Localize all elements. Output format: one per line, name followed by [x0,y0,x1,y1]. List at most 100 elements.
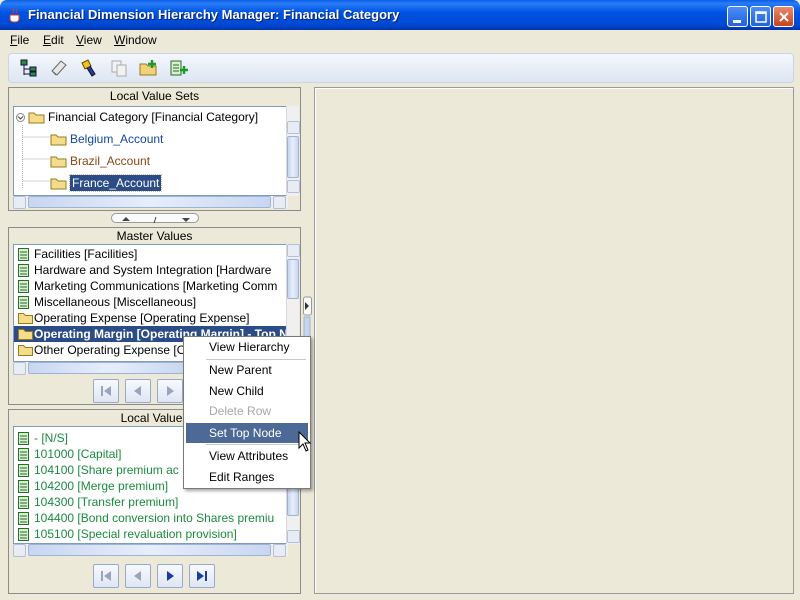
next-page-icon [167,386,174,396]
folder-open-icon [28,112,45,124]
maximize-button[interactable] [750,6,771,27]
new-item-button[interactable] [168,57,190,79]
copy-icon [111,60,127,77]
menu-file[interactable]: File [10,33,29,47]
menu-file-rest: ile [17,33,30,47]
tree-node-root[interactable]: Financial Category [Financial Category] [14,109,284,125]
list-item[interactable]: Miscellaneous [Miscellaneous] [14,294,287,310]
leaf-node-icon [18,496,29,509]
tree-node-france-label: France_Account [68,174,163,192]
menu-separator [206,444,306,445]
minimize-icon [733,20,741,23]
scroll-left-button[interactable] [13,544,26,557]
first-page-button[interactable] [93,379,119,403]
edit-button[interactable] [48,57,70,79]
new-folder-button[interactable] [138,57,160,79]
list-item[interactable]: Facilities [Facilities] [14,246,287,262]
java-cup-icon [9,8,21,23]
tree-node-belgium[interactable]: Belgium_Account [14,131,284,147]
menu-view[interactable]: View [76,33,102,47]
leaf-node-icon [18,528,29,541]
local-value-sets-hscroll[interactable] [13,196,288,209]
menu-item-new-parent[interactable]: New Parent [186,360,308,380]
scroll-thumb[interactable] [28,196,271,208]
leaf-node-icon [18,448,29,461]
tree-node-france[interactable]: France_Account [14,174,284,192]
list-item[interactable]: Marketing Communications [Marketing Comm [14,278,287,294]
scroll-thumb[interactable] [287,136,299,178]
split-arrows-icon [122,216,190,224]
local-value-sets-tree[interactable]: Financial Category [Financial Category] … [13,106,288,196]
new-folder-icon [139,60,157,76]
tree-node-brazil-label: Brazil_Account [70,154,151,168]
menu-bar: File Edit View Window [0,30,800,50]
maximize-icon [755,11,767,23]
scroll-up-button[interactable] [287,244,300,257]
hierarchy-button[interactable] [18,57,40,79]
list-item[interactable]: 104300 [Transfer premium] [14,494,287,510]
local-value-sets-panel: Local Value Sets Financial Category [Fin… [8,87,301,211]
close-icon [779,12,789,22]
minimize-button[interactable] [727,6,748,27]
list-item[interactable]: 104400 [Bond conversion into Shares prem… [14,510,287,526]
hierarchy-icon [20,59,37,77]
scroll-thumb[interactable] [287,259,299,299]
scroll-up-button[interactable] [287,121,300,134]
edit-icon [51,60,67,76]
previous-page-button[interactable] [125,564,151,588]
scroll-down-button[interactable] [287,180,300,193]
folder-icon [50,156,67,168]
leaf-node-icon [18,248,29,261]
scroll-left-button[interactable] [13,196,26,209]
menu-item-set-top-node[interactable]: Set Top Node [186,423,308,443]
folder-icon [18,329,33,340]
flashlight-icon [81,59,96,77]
list-item[interactable]: 105100 [Special revaluation provision] [14,526,287,542]
title-bar[interactable]: Financial Dimension Hierarchy Manager: F… [0,0,800,30]
scroll-thumb[interactable] [28,362,188,374]
scroll-thumb[interactable] [28,544,271,556]
previous-page-button[interactable] [125,379,151,403]
leaf-node-icon [18,480,29,493]
scroll-right-button[interactable] [273,544,286,557]
toolbar [8,53,794,83]
menu-window[interactable]: Window [114,33,157,47]
menu-edit[interactable]: Edit [43,33,64,47]
leaf-node-icon [18,464,29,477]
menu-window-rest: indow [125,33,157,47]
menu-item-view-attributes[interactable]: View Attributes [186,446,308,466]
menu-item-new-child[interactable]: New Child [186,381,308,401]
next-page-button[interactable] [157,564,183,588]
flashlight-button[interactable] [78,57,100,79]
menu-item-delete-row[interactable]: Delete Row [186,401,308,421]
scroll-down-button[interactable] [287,530,300,543]
list-item[interactable]: Operating Expense [Operating Expense] [14,310,287,326]
next-page-icon [167,571,174,581]
local-value-sets-title: Local Value Sets [109,89,200,103]
folder-icon [18,345,33,356]
list-item[interactable]: Hardware and System Integration [Hardwar… [14,262,287,278]
previous-page-icon [134,386,141,396]
local-values-hscroll[interactable] [13,544,288,557]
menu-item-view-hierarchy[interactable]: View Hierarchy [186,337,308,357]
tree-node-brazil[interactable]: Brazil_Account [14,153,284,169]
last-page-button[interactable] [189,564,215,588]
next-page-button[interactable] [157,379,183,403]
copy-button[interactable] [108,57,130,79]
scroll-left-button[interactable] [13,362,26,375]
menu-item-edit-ranges[interactable]: Edit Ranges [186,467,308,487]
window-title: Financial Dimension Hierarchy Manager: F… [28,7,400,22]
menu-edit-rest: dit [51,33,64,47]
scroll-right-button[interactable] [273,196,286,209]
tree-node-root-label: Financial Category [Financial Category] [48,110,259,124]
first-page-button[interactable] [93,564,119,588]
previous-page-icon [134,571,141,581]
leaf-node-icon [18,296,29,309]
first-page-icon [101,386,111,396]
close-button[interactable] [773,6,794,27]
context-menu: View Hierarchy New Parent New Child Dele… [183,336,311,489]
leaf-node-icon [18,264,29,277]
right-content-pane [314,87,794,594]
split-handle[interactable] [111,213,199,224]
local-value-sets-vscroll[interactable] [286,106,300,196]
